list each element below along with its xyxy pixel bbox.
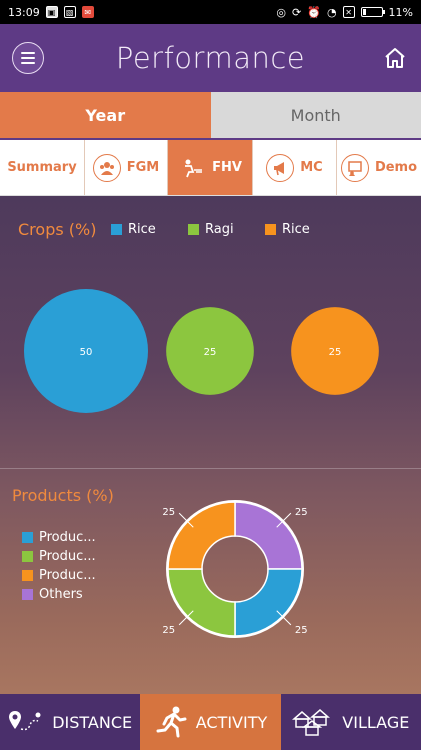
legend-label: Produc... <box>39 568 96 583</box>
status-time: 13:09 <box>8 5 40 19</box>
bottom-nav: DISTANCE ACTIVITY VILLAGE <box>0 694 421 750</box>
legend-swatch <box>22 551 33 562</box>
crops-legend-item: Rice <box>111 222 156 237</box>
crops-bubble-label: 50 <box>80 347 93 358</box>
period-toggle: Year Month <box>0 92 421 140</box>
crops-title: Crops (%) <box>18 220 97 239</box>
legend-label: Rice <box>282 222 310 237</box>
village-icon <box>292 709 331 736</box>
megaphone-icon <box>266 153 295 182</box>
products-slice <box>167 568 236 637</box>
nav-distance-label: DISTANCE <box>52 712 133 732</box>
sync-icon: ⟳ <box>292 5 302 19</box>
products-slice <box>167 501 236 570</box>
products-donut-chart: 25 25 25 25 <box>162 500 308 638</box>
battery-percent: 11% <box>388 5 413 19</box>
legend-swatch <box>111 224 122 235</box>
nav-village-label: VILLAGE <box>342 712 410 732</box>
tab-fhv-label: FHV <box>212 160 242 175</box>
menu-button[interactable] <box>12 42 44 74</box>
products-slice <box>234 501 303 570</box>
legend-label: Produc... <box>39 549 96 564</box>
image-notification-icon: ▧ <box>63 6 76 18</box>
products-slice-label: 25 <box>295 507 308 518</box>
legend-label: Ragi <box>205 222 234 237</box>
nav-activity-label: ACTIVITY <box>195 712 268 732</box>
toggle-month[interactable]: Month <box>210 92 421 138</box>
tab-fgm-label: FGM <box>126 160 160 175</box>
legend-label: Others <box>39 587 83 602</box>
hamburger-icon <box>21 52 35 54</box>
group-icon <box>92 153 121 182</box>
nfc-icon: ◎ <box>276 5 287 19</box>
nav-activity[interactable]: ACTIVITY <box>140 694 281 750</box>
home-icon[interactable] <box>383 46 407 70</box>
runner-icon <box>156 706 187 738</box>
products-slice-label: 25 <box>295 625 308 636</box>
tab-demo[interactable]: Demo <box>337 140 421 195</box>
products-slice-label: 25 <box>162 625 175 636</box>
legend-swatch <box>22 532 33 543</box>
section-divider <box>0 468 421 469</box>
products-legend-item: Produc... <box>22 568 96 583</box>
products-title: Products (%) <box>12 486 114 505</box>
tab-summary-label: Summary <box>7 160 77 175</box>
legend-label: Produc... <box>39 530 96 545</box>
crops-legend-item: Ragi <box>188 222 234 237</box>
category-tabs: Summary FGM FHV MC Demo <box>0 140 421 196</box>
charts-area: Crops (%) Rice Ragi Rice 50 25 25 Products… <box>0 196 421 694</box>
map-pin-icon <box>9 711 41 731</box>
products-legend-item: Produc... <box>22 530 96 545</box>
toggle-year[interactable]: Year <box>0 92 211 138</box>
legend-swatch <box>188 224 199 235</box>
alarm-icon: ⏰ <box>307 5 321 19</box>
tab-mc-label: MC <box>300 160 323 175</box>
farmer-icon <box>178 154 206 182</box>
tab-demo-label: Demo <box>374 160 418 175</box>
products-legend: Produc... Produc... Produc... Others <box>22 530 96 602</box>
mail-notification-icon: ✉ <box>81 6 94 18</box>
tab-fhv[interactable]: FHV <box>168 140 253 195</box>
app-notification-icon: ▣ <box>45 6 58 18</box>
legend-swatch <box>265 224 276 235</box>
products-legend-item: Produc... <box>22 549 96 564</box>
products-legend-item: Others <box>22 587 96 602</box>
crops-bubble-label: 25 <box>329 347 342 358</box>
tab-fgm[interactable]: FGM <box>85 140 168 195</box>
crops-bubble-label: 25 <box>204 347 217 358</box>
app-bar: Performance <box>0 24 421 92</box>
products-slice <box>234 568 303 637</box>
tab-summary[interactable]: Summary <box>0 140 85 195</box>
wifi-icon: ◔ <box>326 5 337 19</box>
page-title: Performance <box>115 41 306 75</box>
no-sim-icon: ✕ <box>342 6 355 18</box>
products-slice-label: 25 <box>162 507 175 518</box>
demo-icon <box>340 153 369 182</box>
legend-swatch <box>22 589 33 600</box>
crops-legend-item: Rice <box>265 222 310 237</box>
nav-distance[interactable]: DISTANCE <box>0 694 140 750</box>
legend-label: Rice <box>128 222 156 237</box>
tab-mc[interactable]: MC <box>253 140 337 195</box>
crops-bubble-chart: 50 25 25 <box>24 289 379 413</box>
battery-icon <box>360 7 385 17</box>
status-bar: 13:09 ▣ ▧ ✉ ◎ ⟳ ⏰ ◔ ✕ 11% <box>0 0 421 24</box>
legend-swatch <box>22 570 33 581</box>
nav-village[interactable]: VILLAGE <box>281 694 421 750</box>
